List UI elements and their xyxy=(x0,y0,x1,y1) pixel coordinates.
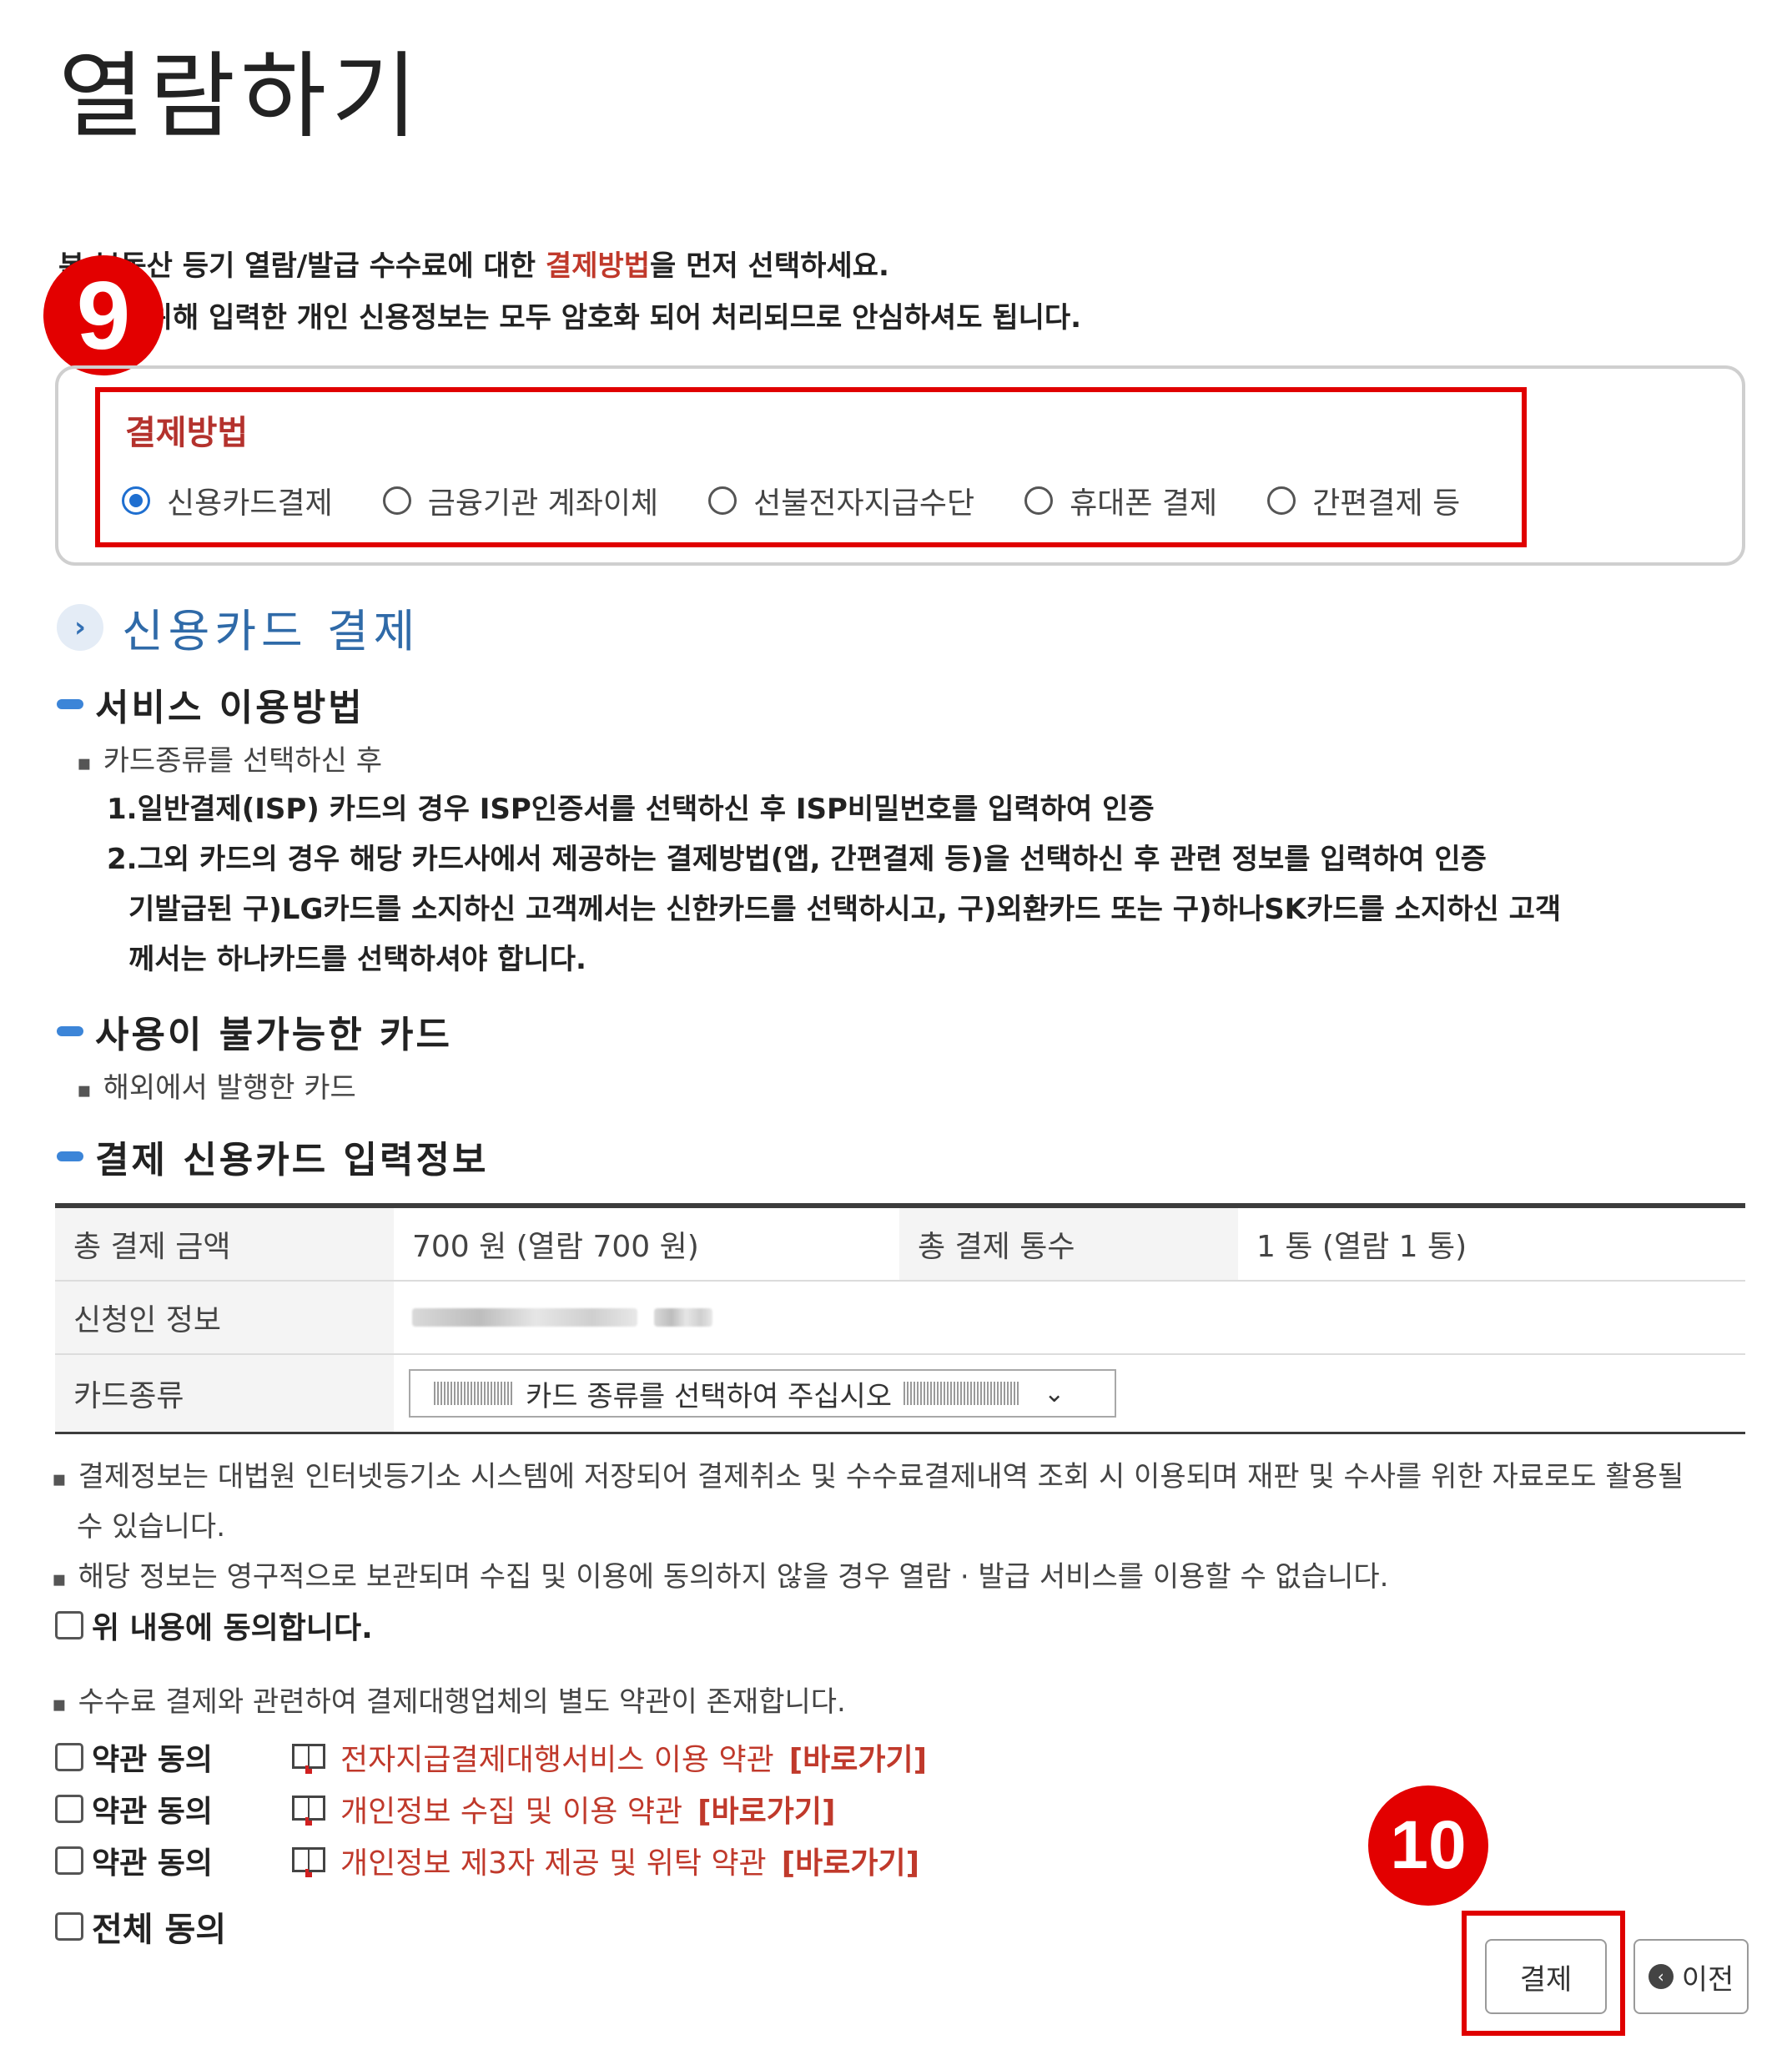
notice-3: 수수료 결제와 관련하여 결제대행업체의 별도 약관이 존재합니다. xyxy=(52,1679,846,1720)
radio-easy-pay[interactable]: 간편결제 등 xyxy=(1267,479,1460,522)
applicant-label: 신청인 정보 xyxy=(55,1282,394,1353)
card-info-table: 총 결제 금액 700 원 (열람 700 원) 총 결제 통수 1 통 (열람… xyxy=(55,1203,1745,1434)
usage-note-1: 기발급된 구)LG카드를 소지하신 고객께서는 신한카드를 선택하시고, 구)외… xyxy=(128,893,1562,926)
usage-bullet: 카드종류를 선택하신 후 xyxy=(77,738,382,778)
dash-icon xyxy=(57,1026,83,1036)
table-row: 신청인 정보 xyxy=(55,1282,1745,1355)
hatch-decoration xyxy=(434,1382,514,1405)
pay-button[interactable]: 결제 xyxy=(1485,1939,1607,2014)
prev-button[interactable]: ‹ 이전 xyxy=(1633,1939,1749,2014)
subsection-service-usage: 서비스 이용방법 xyxy=(57,677,365,731)
radio-bank-transfer[interactable]: 금융기관 계좌이체 xyxy=(382,479,659,522)
subsection-card-input: 결제 신용카드 입력정보 xyxy=(57,1130,488,1183)
card-type-cell: 카드 종류를 선택하여 주십시오 ⌄ xyxy=(394,1355,1745,1432)
radio-selected-icon[interactable] xyxy=(122,486,150,515)
redacted-block xyxy=(654,1308,712,1327)
subsection-title: 서비스 이용방법 xyxy=(95,687,365,729)
chevron-right-icon: › xyxy=(57,603,103,651)
intro-line2: 결제를 위해 입력한 개인 신용정보는 모두 암호화 되어 처리되므로 안심하셔… xyxy=(58,301,1082,335)
table-row: 카드종류 카드 종류를 선택하여 주십시오 ⌄ xyxy=(55,1355,1745,1432)
applicant-info-redacted xyxy=(394,1282,1745,1353)
book-icon xyxy=(292,1742,329,1774)
notice-2: 해당 정보는 영구적으로 보관되며 수집 및 이용에 동의하지 않을 경우 열람… xyxy=(52,1554,1389,1594)
terms-checkbox[interactable] xyxy=(55,1743,83,1771)
terms-checkbox[interactable] xyxy=(55,1795,83,1823)
terms-label: 약관 동의 xyxy=(92,1846,214,1881)
terms-go-link[interactable]: [바로가기] xyxy=(782,1839,919,1882)
card-type-select-text: 카드 종류를 선택하여 주십시오 xyxy=(526,1379,893,1413)
agree-checkbox[interactable] xyxy=(55,1611,83,1639)
usage-step-2: 2.그외 카드의 경우 해당 카드사에서 제공하는 결제방법(앱, 간편결제 등… xyxy=(107,843,1487,876)
terms-name[interactable]: 개인정보 제3자 제공 및 위탁 약관 xyxy=(340,1839,767,1882)
radio-label: 휴대폰 결제 xyxy=(1070,486,1218,521)
radio-icon[interactable] xyxy=(382,486,411,515)
radio-label: 간편결제 등 xyxy=(1312,486,1461,521)
radio-mobile[interactable]: 휴대폰 결제 xyxy=(1024,479,1217,522)
usage-step-1: 1.일반결제(ISP) 카드의 경우 ISP인증서를 선택하신 후 ISP비밀번… xyxy=(107,793,1155,826)
agree-all-row[interactable]: 전체 동의 xyxy=(55,1902,226,1951)
payment-method-title: 결제방법 xyxy=(125,414,249,452)
payment-method-options: 신용카드결제 금융기관 계좌이체 선불전자지급수단 휴대폰 결제 간편결제 등 xyxy=(122,477,1510,524)
prev-button-label: 이전 xyxy=(1681,1962,1734,1997)
card-type-label: 카드종류 xyxy=(55,1355,394,1432)
notice-1b: 수 있습니다. xyxy=(77,1510,226,1544)
terms-go-link[interactable]: [바로가기] xyxy=(789,1735,927,1779)
subsection-title: 사용이 불가능한 카드 xyxy=(95,1014,452,1056)
subsection-unavailable-cards: 사용이 불가능한 카드 xyxy=(57,1005,452,1058)
step-badge-9: 9 xyxy=(43,255,164,375)
notice-1a: 결제정보는 대법원 인터넷등기소 시스템에 저장되어 결제취소 및 수수료결제내… xyxy=(52,1453,1684,1494)
book-icon xyxy=(292,1794,329,1826)
total-count-label: 총 결제 통수 xyxy=(899,1208,1238,1280)
section-header: › 신용카드 결제 xyxy=(57,594,420,660)
radio-prepaid[interactable]: 선불전자지급수단 xyxy=(708,479,974,522)
page-title: 열람하기 xyxy=(58,43,423,151)
terms-label: 약관 동의 xyxy=(92,1743,214,1777)
terms-row: 약관 동의 개인정보 제3자 제공 및 위탁 약관 [바로가기] xyxy=(55,1837,919,1884)
dash-icon xyxy=(57,699,83,709)
radio-icon[interactable] xyxy=(1024,486,1054,515)
dash-icon xyxy=(57,1151,83,1161)
radio-credit-card[interactable]: 신용카드결제 xyxy=(122,479,333,522)
radio-icon[interactable] xyxy=(708,486,737,515)
book-icon xyxy=(292,1846,329,1877)
terms-checkbox[interactable] xyxy=(55,1846,83,1875)
table-row: 총 결제 금액 700 원 (열람 700 원) 총 결제 통수 1 통 (열람… xyxy=(55,1208,1745,1282)
chevron-down-icon: ⌄ xyxy=(1044,1378,1065,1408)
step-badge-10: 10 xyxy=(1368,1785,1488,1906)
usage-note-2: 께서는 하나카드를 선택하셔야 합니다. xyxy=(128,943,586,976)
radio-label: 선불전자지급수단 xyxy=(753,486,975,521)
agree-label: 위 내용에 동의합니다. xyxy=(92,1611,373,1645)
agree-all-label: 전체 동의 xyxy=(92,1911,227,1949)
agree-all-checkbox[interactable] xyxy=(55,1912,83,1941)
terms-name[interactable]: 전자지급결제대행서비스 이용 약관 xyxy=(340,1735,774,1779)
terms-row: 약관 동의 개인정보 수집 및 이용 약관 [바로가기] xyxy=(55,1785,835,1832)
agree-notice-row[interactable]: 위 내용에 동의합니다. xyxy=(55,1604,373,1647)
terms-go-link[interactable]: [바로가기] xyxy=(697,1787,835,1831)
radio-label: 신용카드결제 xyxy=(167,486,333,521)
hatch-decoration xyxy=(904,1382,1021,1405)
total-amount-label: 총 결제 금액 xyxy=(55,1208,394,1280)
radio-icon[interactable] xyxy=(1267,486,1296,515)
subsection-title: 결제 신용카드 입력정보 xyxy=(95,1139,489,1181)
prev-arrow-icon: ‹ xyxy=(1648,1964,1674,1989)
total-count-value: 1 통 (열람 1 통) xyxy=(1256,1230,1467,1264)
redacted-block xyxy=(412,1308,637,1327)
intro-line1-post: 을 먼저 선택하세요. xyxy=(650,249,889,283)
total-amount-value: 700 원 (열람 700 원) xyxy=(412,1230,699,1264)
terms-row: 약관 동의 전자지급결제대행서비스 이용 약관 [바로가기] xyxy=(55,1734,927,1780)
unavailable-bullet: 해외에서 발행한 카드 xyxy=(77,1065,356,1106)
terms-name[interactable]: 개인정보 수집 및 이용 약관 xyxy=(340,1787,682,1831)
card-type-select[interactable]: 카드 종류를 선택하여 주십시오 ⌄ xyxy=(409,1369,1116,1418)
terms-label: 약관 동의 xyxy=(92,1795,214,1829)
intro-line1-highlight: 결제방법 xyxy=(545,249,651,283)
radio-label: 금융기관 계좌이체 xyxy=(427,486,659,521)
section-title: 신용카드 결제 xyxy=(122,605,420,657)
intro-text: 본 부동산 등기 열람/발급 수수료에 대한 결제방법을 먼저 선택하세요. 결… xyxy=(58,240,1081,344)
